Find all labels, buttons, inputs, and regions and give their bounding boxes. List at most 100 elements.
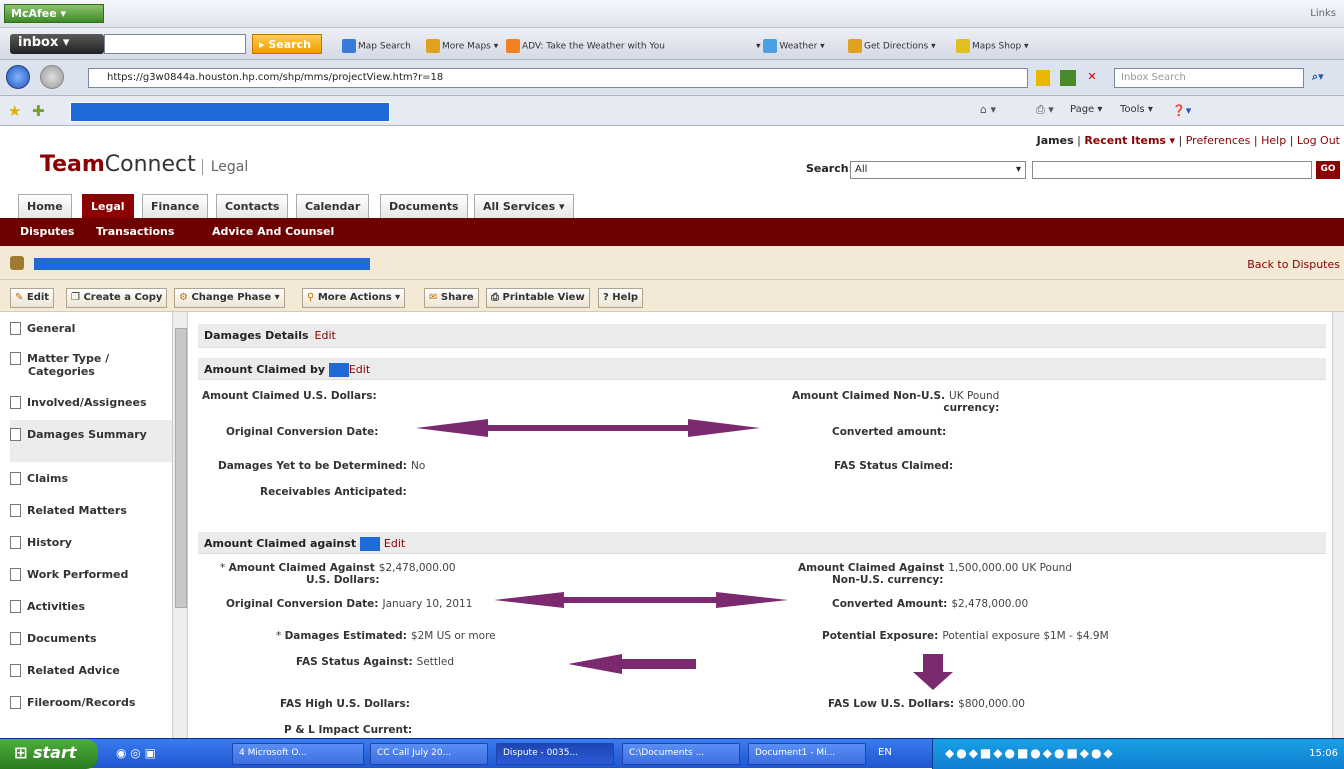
subnav-transactions[interactable]: Transactions: [96, 225, 174, 238]
sidebar-item-work-performed[interactable]: Work Performed: [10, 568, 174, 581]
url-input[interactable]: https://g3w0844a.houston.hp.com/shp/mms/…: [88, 68, 1028, 88]
maps-shop-button[interactable]: Maps Shop ▾: [956, 39, 1029, 53]
language-indicator[interactable]: EN: [878, 747, 892, 758]
sidebar-item-claims[interactable]: Claims: [10, 472, 174, 485]
action-toolbar: ✎ Edit ❐ Create a Copy ⚙ Change Phase ▾ …: [0, 280, 1344, 312]
briefcase-icon: [10, 256, 24, 270]
task-microsoft-office[interactable]: 4 Microsoft O...: [232, 743, 364, 765]
subnav-disputes[interactable]: Disputes: [20, 225, 74, 238]
map-search-button[interactable]: Map Search: [342, 39, 411, 53]
toolbar-search-button[interactable]: ▸ Search: [252, 34, 322, 54]
search-scope-select[interactable]: All ▾: [850, 161, 1026, 179]
tab-legal[interactable]: Legal: [82, 194, 134, 218]
preferences-link[interactable]: Preferences: [1186, 134, 1251, 147]
inbox-search-input[interactable]: Inbox Search: [1114, 68, 1304, 88]
more-actions-button[interactable]: ⚲ More Actions ▾: [302, 288, 406, 308]
tools-menu[interactable]: Tools ▾: [1120, 104, 1153, 115]
forward-icon[interactable]: [40, 65, 64, 89]
sidebar-item-related-advice[interactable]: Related Advice: [10, 664, 174, 677]
tab-contacts[interactable]: Contacts: [216, 194, 289, 218]
main-content: Damages Details Edit Amount Claimed by Ed…: [188, 312, 1344, 738]
print-icon[interactable]: ⎙ ▾: [1036, 103, 1054, 117]
sidebar-item-documents[interactable]: Documents: [10, 632, 174, 645]
help-link[interactable]: Help: [1261, 134, 1286, 147]
tray-icons[interactable]: ◆●◆■◆●■●◆●■◆●◆: [945, 746, 1115, 760]
subnav-advice[interactable]: Advice And Counsel: [212, 225, 334, 238]
back-to-disputes-link[interactable]: Back to Disputes: [1247, 258, 1340, 271]
redacted-tab[interactable]: [70, 102, 390, 122]
double-arrow-2: [494, 592, 788, 608]
mcafee-label: McAfee: [11, 7, 57, 20]
tab-home[interactable]: Home: [18, 194, 72, 218]
help-icon[interactable]: ❓▾: [1172, 104, 1191, 117]
task-dispute[interactable]: Dispute - 0035...: [496, 743, 614, 765]
change-phase-button[interactable]: ⚙ Change Phase ▾: [174, 288, 285, 308]
sidebar-item-general[interactable]: General: [10, 322, 174, 335]
copy-icon: ❐: [71, 292, 80, 303]
inbox-button[interactable]: inbox ▾: [10, 34, 104, 54]
sidebar-item-fileroom[interactable]: Fileroom/Records: [10, 696, 174, 709]
user-links: James | Recent Items ▾ | Preferences | H…: [1036, 134, 1340, 147]
sidebar-item-matter-type[interactable]: Matter Type / Categories: [10, 352, 174, 378]
search-go-icon[interactable]: ⌕▾: [1312, 70, 1336, 88]
lock-icon[interactable]: [1036, 70, 1050, 86]
toolbar-search-input[interactable]: [104, 34, 246, 54]
logout-link[interactable]: Log Out: [1297, 134, 1340, 147]
sidebar-scrollbar[interactable]: [172, 312, 187, 738]
task-cc-call[interactable]: CC Call July 20...: [370, 743, 488, 765]
document-icon: [10, 664, 21, 677]
home-icon[interactable]: ⌂ ▾: [980, 103, 996, 116]
create-copy-button[interactable]: ❐ Create a Copy: [66, 288, 168, 308]
clock: 15:06: [1309, 748, 1338, 759]
main-scrollbar[interactable]: [1332, 312, 1344, 738]
start-button[interactable]: ⊞ start: [0, 739, 98, 769]
search-button-label: Search: [268, 38, 311, 51]
add-favorites-icon[interactable]: ✚: [32, 102, 45, 120]
tab-all-services[interactable]: All Services ▾: [474, 194, 574, 218]
back-icon[interactable]: [6, 65, 30, 89]
favorites-star-icon[interactable]: ★: [8, 102, 21, 120]
tab-documents[interactable]: Documents: [380, 194, 468, 218]
task-documents-folder[interactable]: C:\Documents ...: [622, 743, 740, 765]
refresh-icon[interactable]: [1060, 70, 1076, 86]
page-menu[interactable]: Page ▾: [1070, 104, 1102, 115]
recent-items-link[interactable]: Recent Items ▾: [1084, 134, 1175, 147]
edit-button[interactable]: ✎ Edit: [10, 288, 55, 308]
printer-icon: ⎙: [491, 292, 499, 303]
double-arrow-1: [416, 419, 760, 437]
help-button[interactable]: ? Help: [598, 288, 644, 308]
main-tabs: Home Legal Finance Contacts Calendar Doc…: [0, 190, 1344, 218]
task-document1[interactable]: Document1 - Mi...: [748, 743, 866, 765]
help-icon: ?: [603, 292, 609, 303]
weather-icon: [763, 39, 778, 53]
stop-icon[interactable]: ✕: [1084, 70, 1100, 86]
document-icon: [10, 504, 21, 517]
favorites-bar: ★ ✚ ⌂ ▾ ⎙ ▾ Page ▾ Tools ▾ ❓▾: [0, 96, 1344, 126]
document-icon: [10, 428, 21, 441]
sidebar-scroll-thumb[interactable]: [175, 328, 187, 608]
links-label[interactable]: Links: [1310, 8, 1336, 19]
record-header: Back to Disputes: [0, 246, 1344, 280]
sidebar-item-damages-summary[interactable]: Damages Summary: [10, 420, 174, 462]
mcafee-toolbar: McAfee ▾ Links: [0, 0, 1344, 28]
weather-button[interactable]: ▾ Weather ▾: [756, 39, 825, 53]
share-button[interactable]: ✉ Share: [424, 288, 479, 308]
more-maps-button[interactable]: More Maps ▾: [426, 39, 498, 53]
tab-finance[interactable]: Finance: [142, 194, 209, 218]
more-actions-icon: ⚲: [307, 292, 315, 303]
go-button[interactable]: GO: [1316, 161, 1340, 179]
sidebar-item-history[interactable]: History: [10, 536, 174, 549]
get-directions-button[interactable]: Get Directions ▾: [848, 39, 936, 53]
sidebar-item-involved[interactable]: Involved/Assignees: [10, 396, 174, 409]
shop-icon: [956, 39, 970, 53]
tab-calendar[interactable]: Calendar: [296, 194, 370, 218]
adv-weather-link[interactable]: ADV: Take the Weather with You: [506, 39, 665, 53]
app-search-input[interactable]: [1032, 161, 1312, 179]
document-icon: [10, 472, 21, 485]
sidebar-item-activities[interactable]: Activities: [10, 600, 174, 613]
sidebar-item-related-matters[interactable]: Related Matters: [10, 504, 174, 517]
phase-icon: ⚙: [179, 292, 188, 303]
printable-view-button[interactable]: ⎙ Printable View: [486, 288, 590, 308]
quick-launch-icons[interactable]: ◉ ◎ ▣: [116, 746, 156, 760]
mcafee-button[interactable]: McAfee ▾: [4, 4, 104, 23]
